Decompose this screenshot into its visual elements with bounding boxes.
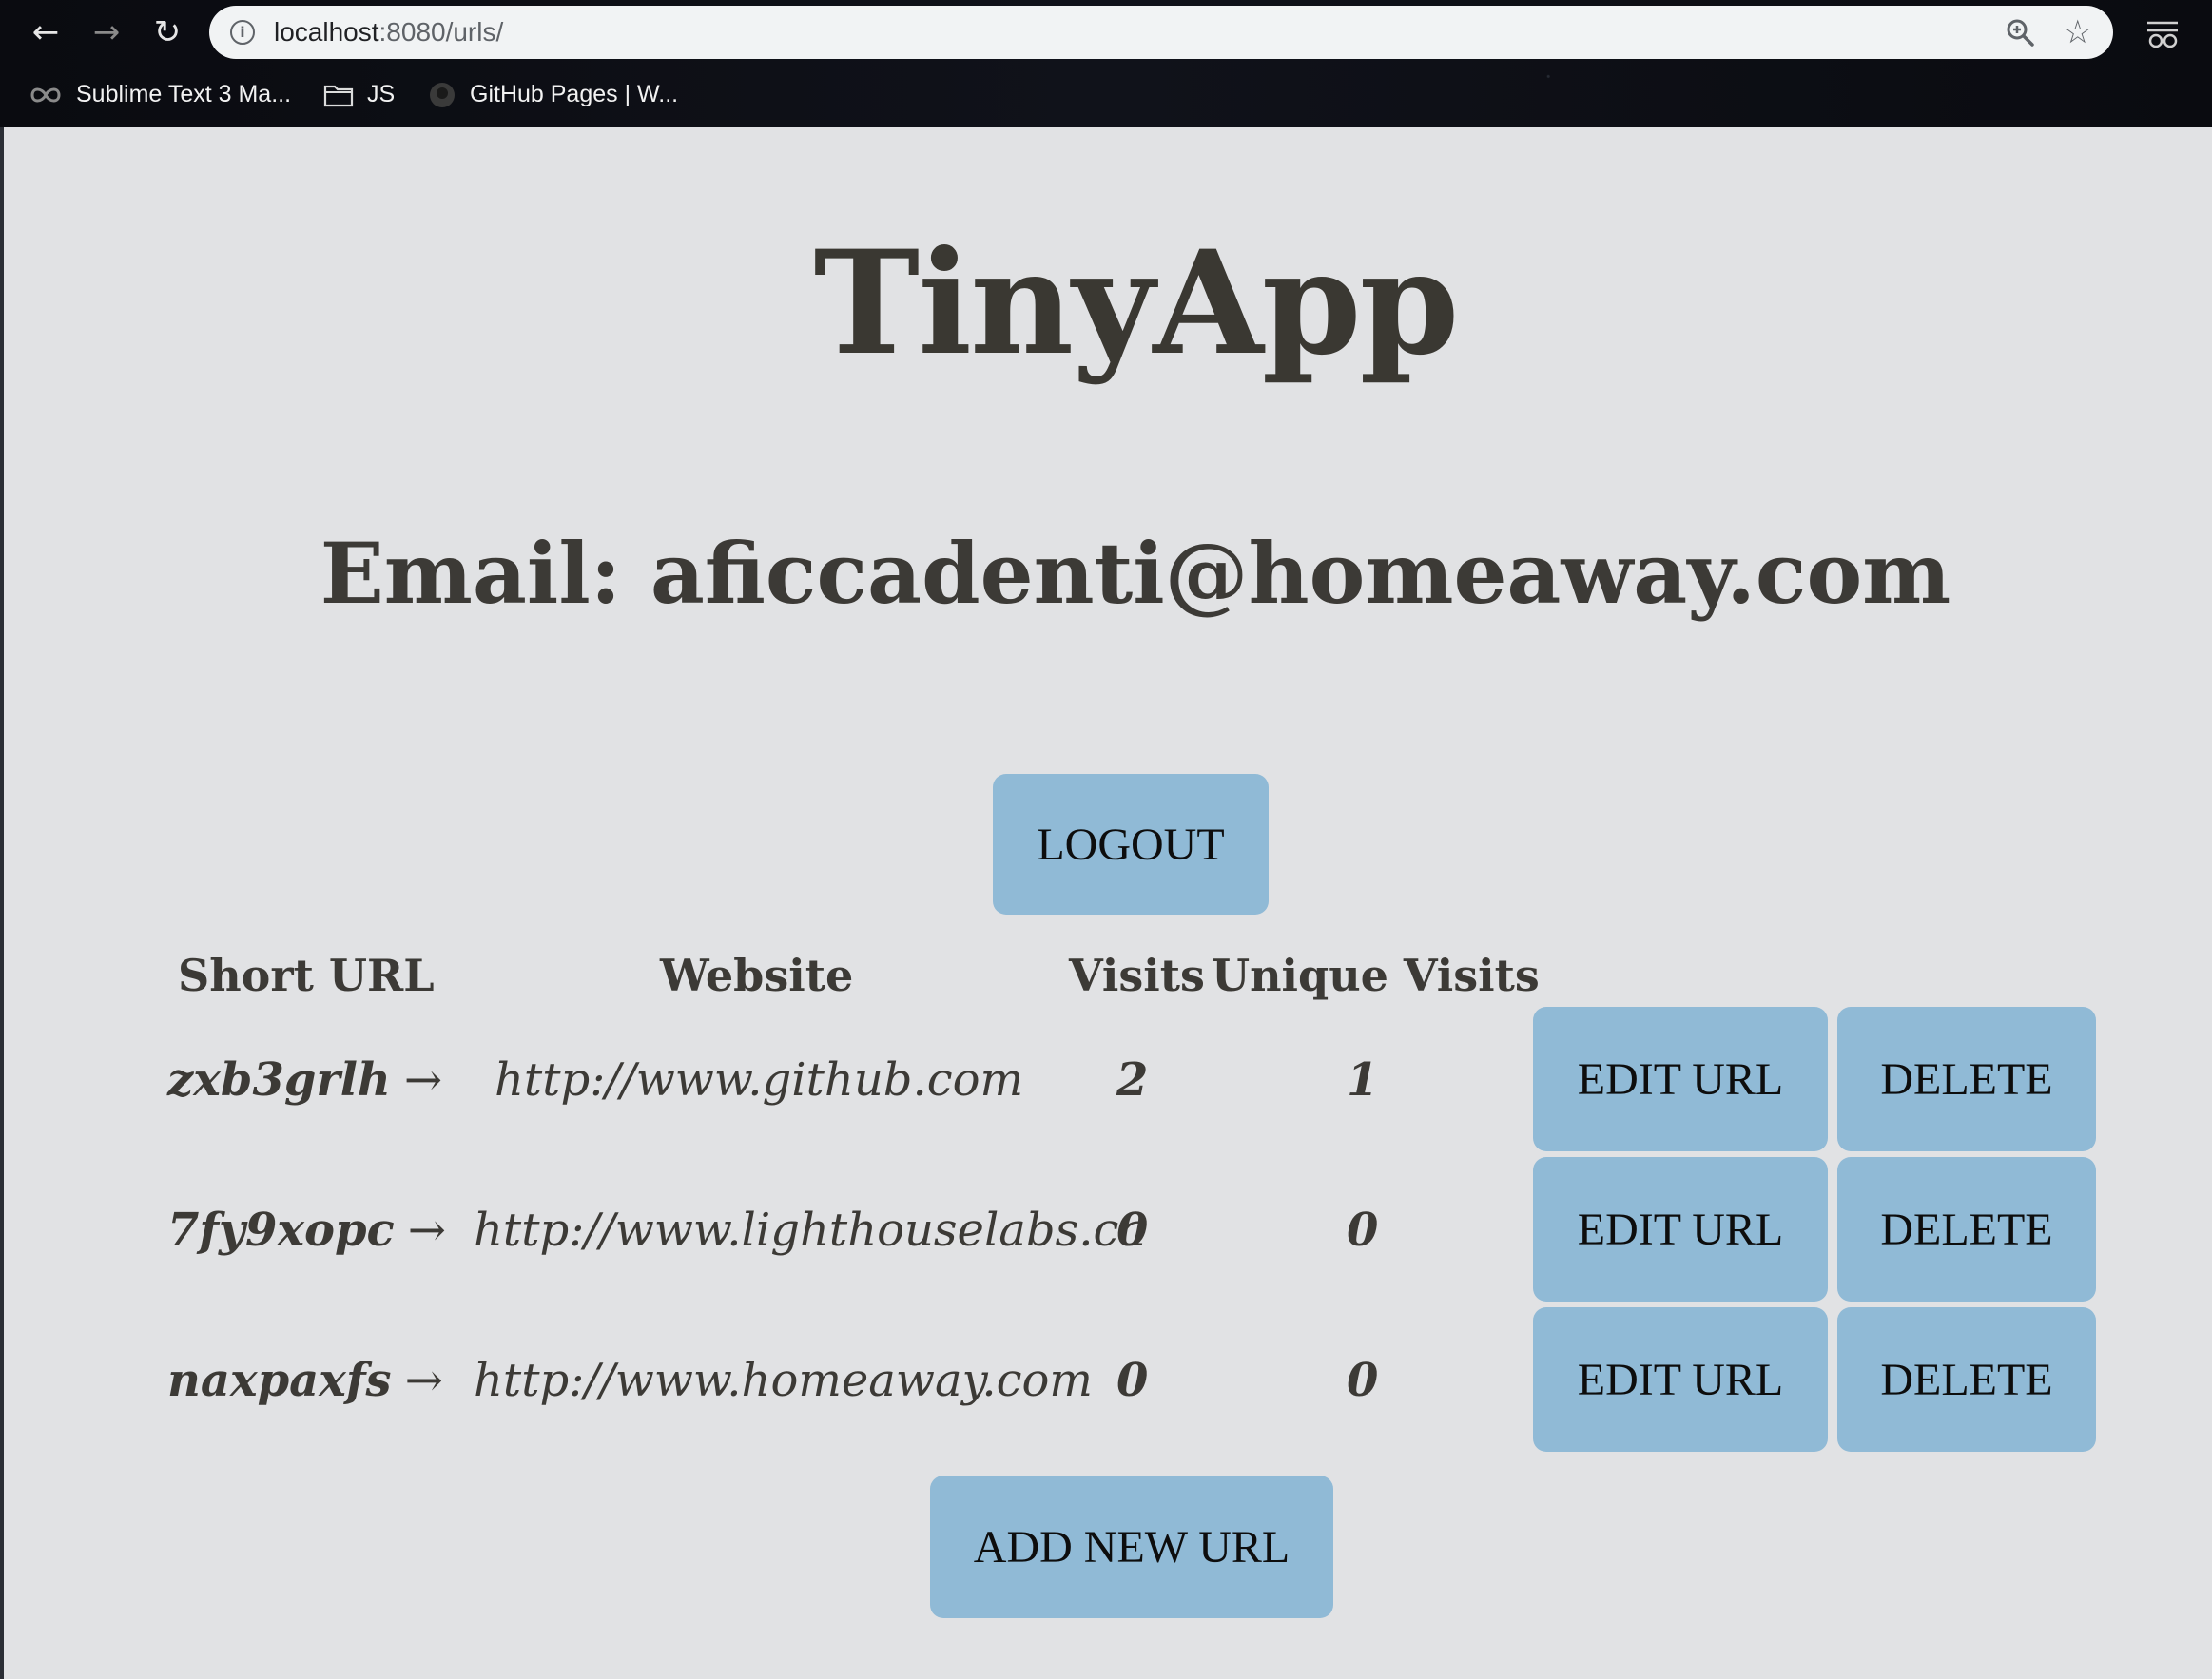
header-visits: Visits [1069,950,1205,1001]
add-new-url-button[interactable]: ADD NEW URL [930,1476,1333,1618]
url-path: :8080/urls/ [378,17,504,47]
short-url-cell[interactable]: zxb3grlh → [167,1007,442,1153]
edit-url-button[interactable]: EDIT URL [1533,1307,1828,1452]
page-content: TinyApp Email: aficcadenti@homeaway.com … [4,127,2212,1679]
page-title: TinyApp [813,220,1460,387]
url-host: localhost [274,17,379,47]
arrow-icon: → [404,1354,443,1407]
header-website: Website [660,950,854,1001]
bookmark-js-folder[interactable]: JS [323,70,395,118]
arrow-icon: → [407,1204,446,1257]
folder-icon [323,86,354,107]
table-row: 7fy9xopc → http://www.lighthouselabs.ca 0… [4,1157,2212,1303]
bookmark-label: Sublime Text 3 Ma... [76,81,292,107]
short-url-cell[interactable]: 7fy9xopc → [167,1157,446,1303]
edit-url-button[interactable]: EDIT URL [1533,1007,1828,1151]
short-url-cell[interactable]: naxpaxfs → [167,1307,443,1454]
table-row: zxb3grlh → http://www.github.com 2 1 EDIT… [4,1007,2212,1153]
address-bar[interactable]: i localhost:8080/urls/ ☆ [209,6,2113,59]
arrow-icon: → [403,1053,443,1107]
bookmark-label: GitHub Pages | W... [470,81,679,107]
table-row: naxpaxfs → http://www.homeaway.com 0 0 ED… [4,1307,2212,1454]
visits-cell: 0 [1116,1204,1149,1257]
visits-cell: 2 [1116,1053,1149,1107]
short-url[interactable]: naxpaxfs [167,1354,392,1407]
unique-visits-cell: 1 [1347,1053,1379,1107]
short-url[interactable]: zxb3grlh [167,1053,391,1107]
zoom-icon[interactable] [2005,17,2035,48]
logout-button[interactable]: LOGOUT [993,774,1269,915]
info-icon[interactable]: i [230,20,255,45]
delete-button[interactable]: DELETE [1837,1307,2096,1452]
unique-visits-cell: 0 [1347,1354,1379,1407]
header-short-url: Short URL [178,950,435,1001]
back-arrow-icon[interactable]: ← [27,13,65,51]
bookmark-github-pages[interactable]: GitHub Pages | W... [428,70,678,118]
extension-icon[interactable] [2142,17,2183,49]
visits-cell: 0 [1116,1354,1149,1407]
browser-toolbar: ← → ↻ i localhost:8080/urls/ ☆ Sublime T… [0,0,2212,127]
website-cell: http://www.github.com [494,1053,1024,1107]
bookmark-star-icon[interactable]: ☆ [2064,13,2092,51]
short-url[interactable]: 7fy9xopc [167,1204,395,1257]
reload-icon[interactable]: ↻ [148,13,186,51]
bookmark-label: JS [367,81,396,107]
delete-button[interactable]: DELETE [1837,1157,2096,1302]
address-bar-url[interactable]: localhost:8080/urls/ [274,6,503,59]
bookmark-sublime[interactable]: Sublime Text 3 Ma... [29,70,291,118]
bookmarks-bar: Sublime Text 3 Ma... JS GitHub Pages | W… [0,70,2212,118]
header-unique-visits: Unique Visits [1212,950,1540,1001]
delete-button[interactable]: DELETE [1837,1007,2096,1151]
website-cell: http://www.lighthouselabs.ca [474,1204,1147,1257]
unique-visits-cell: 0 [1347,1204,1379,1257]
edit-url-button[interactable]: EDIT URL [1533,1157,1828,1302]
forward-arrow-icon[interactable]: → [87,13,126,51]
user-email: Email: aficcadenti@homeaway.com [320,524,1951,623]
website-cell: http://www.homeaway.com [474,1354,1093,1407]
infinity-icon [30,87,61,103]
github-icon [430,83,455,108]
